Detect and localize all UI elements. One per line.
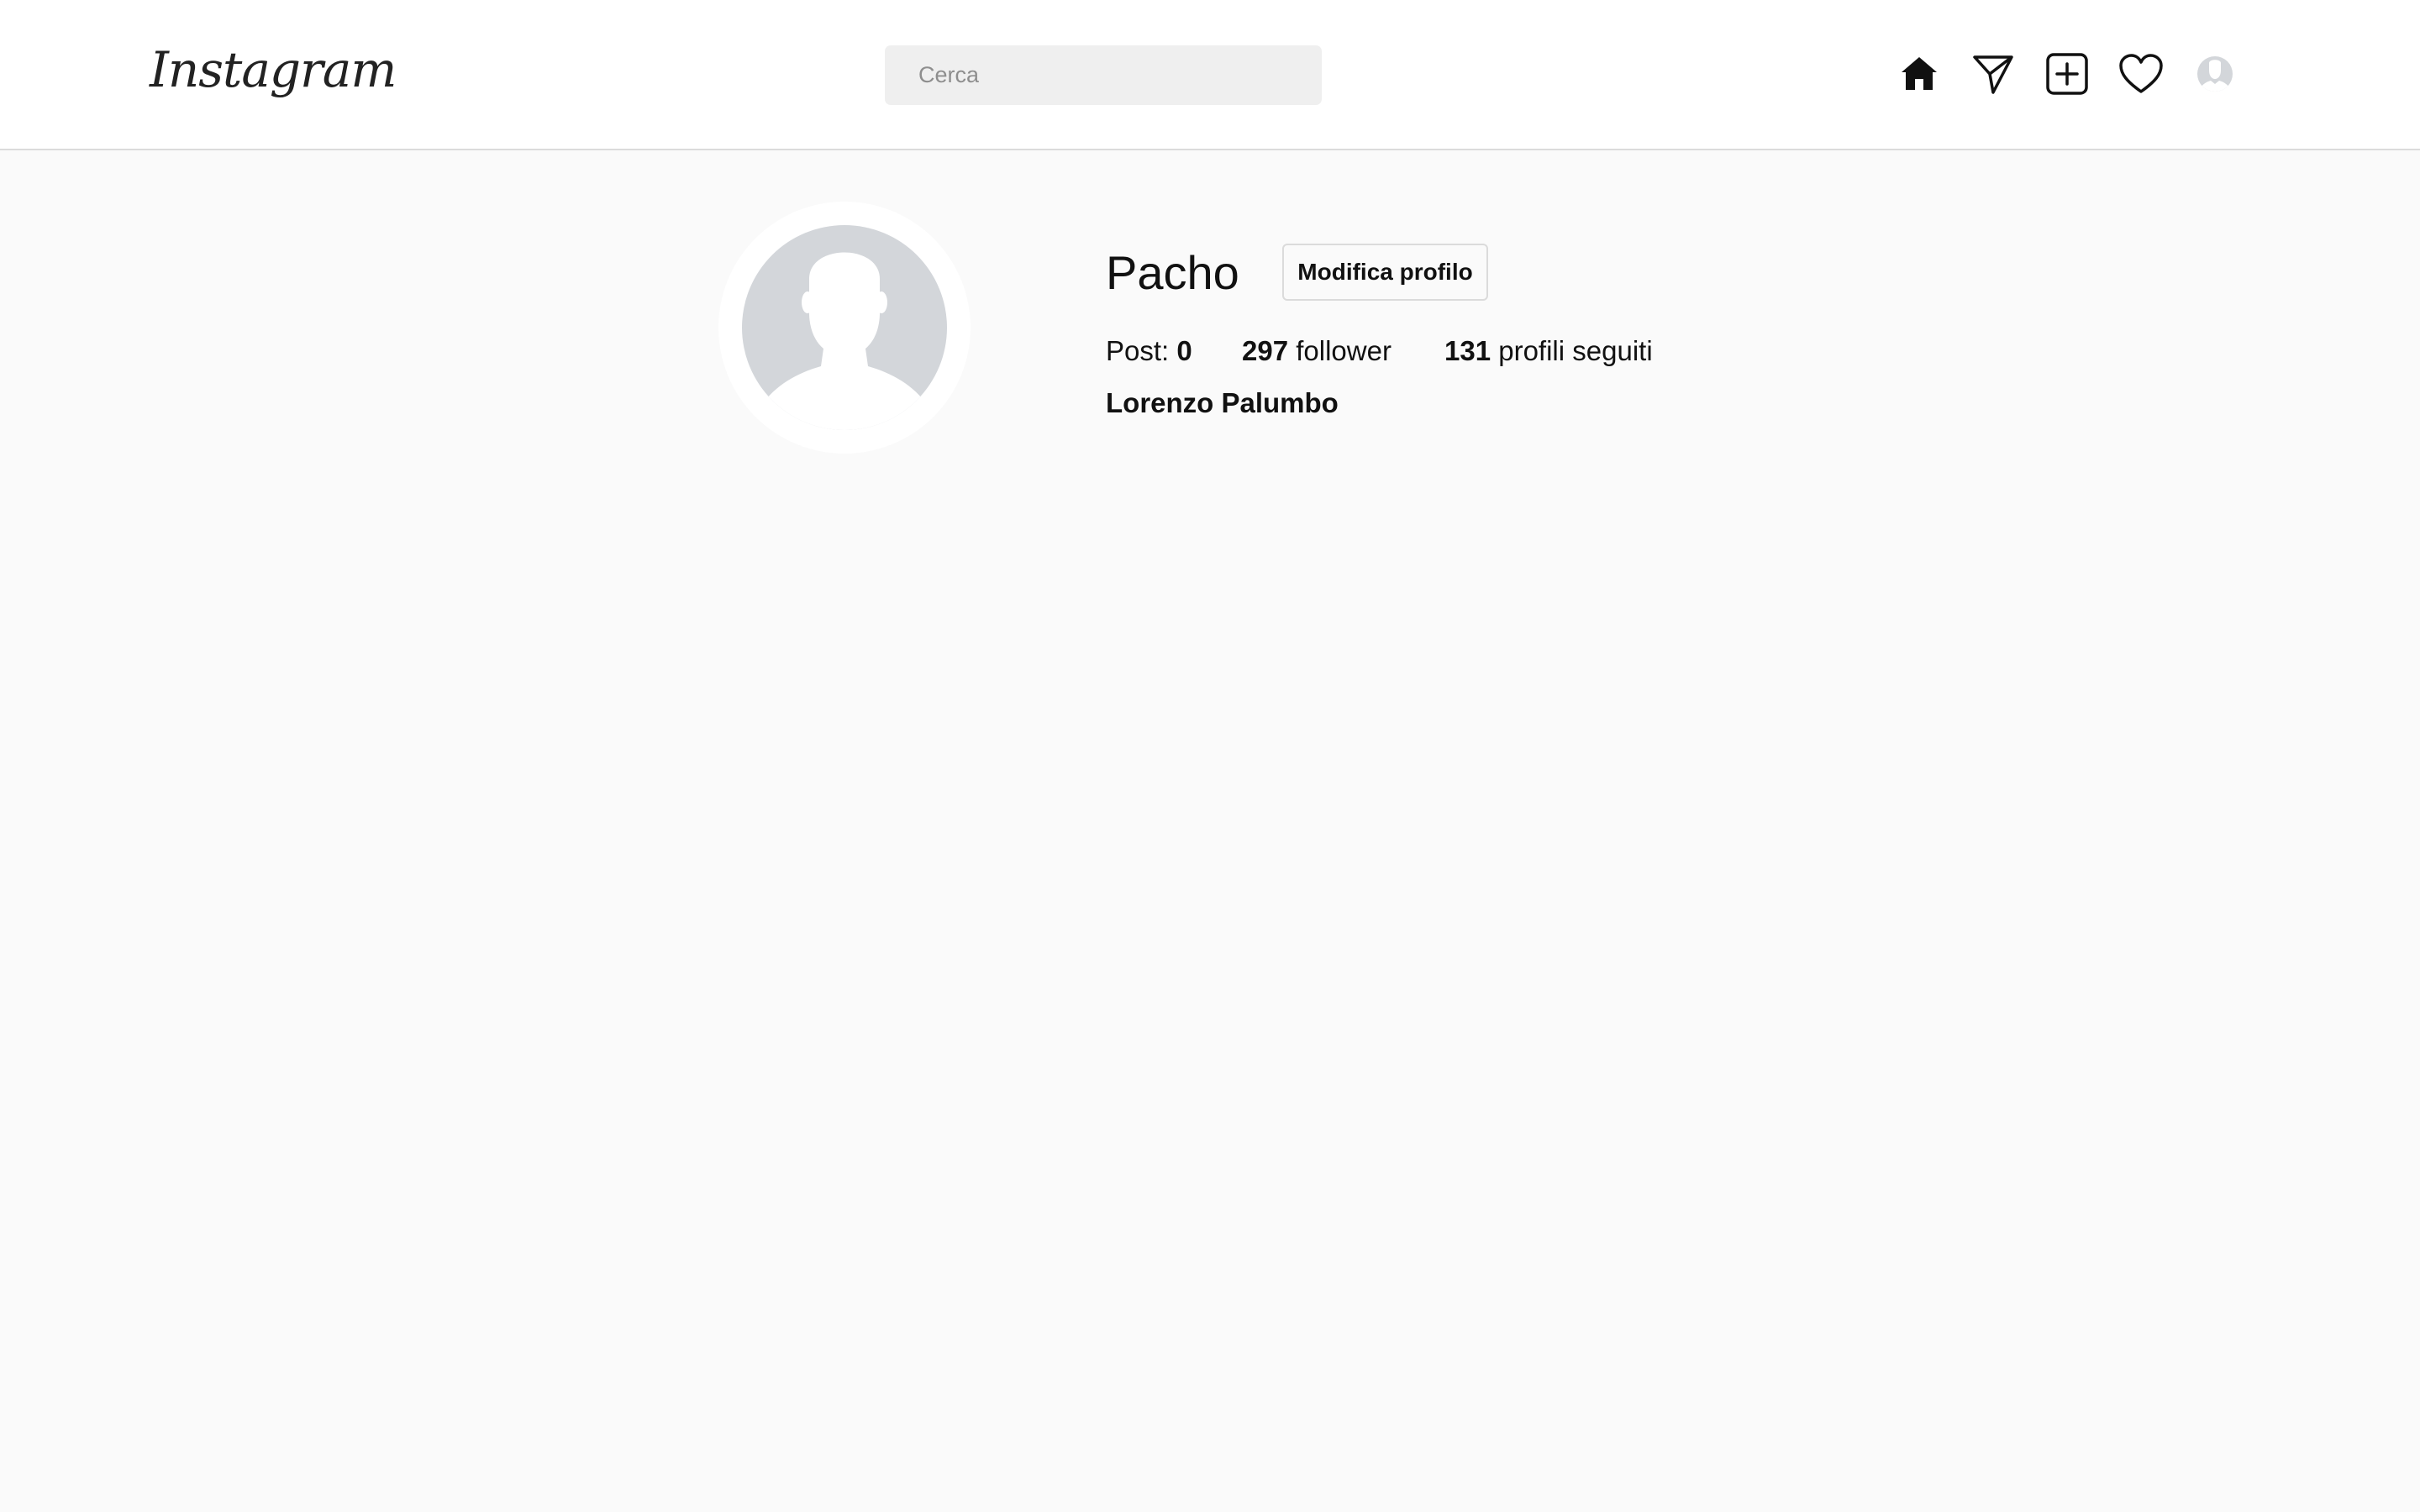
home-icon[interactable] [1894, 49, 1944, 99]
posts-count: 0 [1176, 335, 1192, 366]
profile-username: Pacho [1106, 246, 1239, 299]
following-label: profili seguiti [1498, 335, 1653, 366]
followers-stat[interactable]: 297 follower [1242, 333, 1392, 370]
profile-avatar-icon[interactable] [2190, 49, 2240, 99]
edit-profile-button[interactable]: Modifica profilo [1282, 244, 1488, 301]
search-input[interactable] [885, 45, 1322, 105]
followers-count: 297 [1242, 335, 1289, 366]
posts-label: Post: [1106, 335, 1170, 366]
default-avatar-icon [742, 225, 947, 430]
following-stat[interactable]: 131 profili seguiti [1444, 333, 1653, 370]
profile-picture[interactable] [718, 202, 971, 454]
activity-heart-icon[interactable] [2116, 49, 2166, 99]
instagram-logo[interactable]: Instagram [150, 32, 397, 108]
direct-message-icon[interactable] [1968, 49, 2018, 99]
new-post-icon[interactable] [2042, 49, 2092, 99]
followers-label: follower [1296, 335, 1392, 366]
posts-stat: Post: 0 [1106, 333, 1192, 370]
profile-full-name: Lorenzo Palumbo [1106, 387, 1339, 418]
following-count: 131 [1444, 335, 1491, 366]
top-navigation-bar: Instagram [0, 0, 2420, 150]
